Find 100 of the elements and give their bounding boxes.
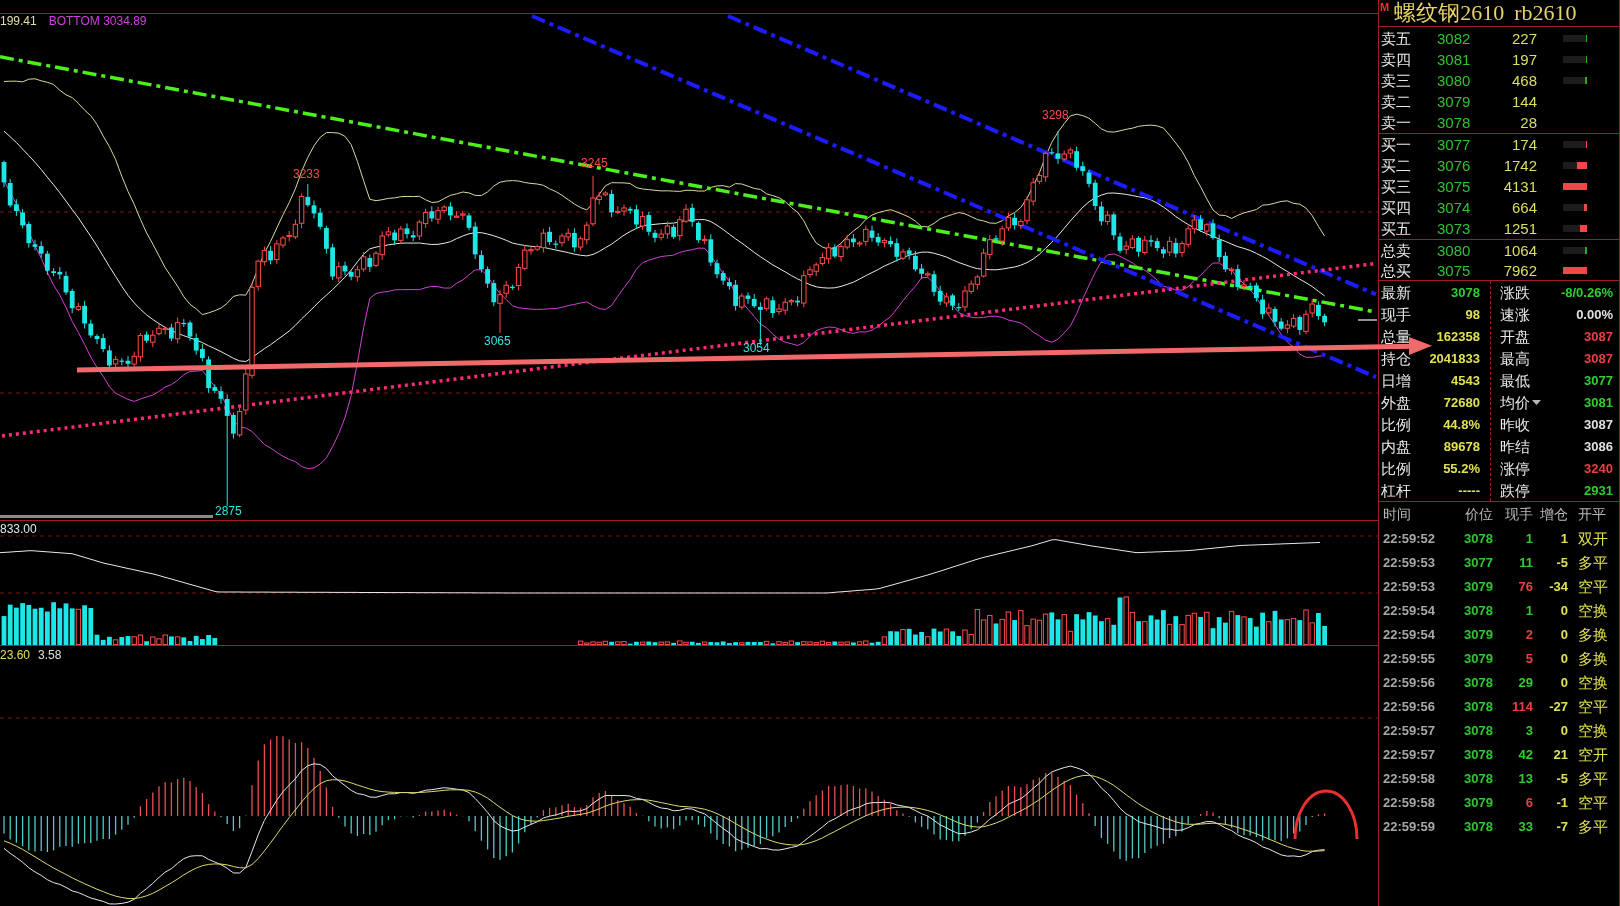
trade-action: 多平 <box>1578 770 1608 786</box>
stat-label: 昨收 <box>1500 416 1530 432</box>
order-volume: 4131 <box>1503 179 1537 194</box>
trade-action: 多换 <box>1578 650 1608 666</box>
trade-volume: 5 <box>1525 651 1533 665</box>
stat-value: 3087 <box>1584 351 1613 365</box>
stat-value: 3078 <box>1451 285 1480 299</box>
order-volume: 664 <box>1511 200 1537 215</box>
stat-value: 89678 <box>1443 439 1480 453</box>
order-volume: 468 <box>1511 73 1537 88</box>
trade-volume: 114 <box>1512 699 1533 713</box>
flag-letter: M <box>1380 2 1390 13</box>
stat-label: 最新 <box>1381 284 1411 300</box>
trade-price: 3078 <box>1464 675 1493 689</box>
trade-action: 空平 <box>1578 578 1608 594</box>
trade-volume: 76 <box>1518 579 1533 593</box>
trade-action: 多平 <box>1578 554 1608 570</box>
trade-volume: 33 <box>1518 819 1533 833</box>
order-price: 3080 <box>1437 242 1471 258</box>
trade-time: 22:59:56 <box>1383 675 1436 689</box>
stat-label: 比例 <box>1381 416 1411 432</box>
order-price: 3078 <box>1437 115 1471 130</box>
order-price: 3075 <box>1437 262 1471 278</box>
stat-value: 3087 <box>1584 329 1613 343</box>
indicator-value: 23.60 <box>0 649 31 661</box>
trade-volume: 3 <box>1525 723 1533 737</box>
column-header: 开平 <box>1578 507 1606 521</box>
trade-change: 0 <box>1560 603 1568 617</box>
order-price: 3077 <box>1437 137 1471 152</box>
stat-label: 涨跌 <box>1500 284 1530 300</box>
price-mark: 3298 <box>1042 109 1069 121</box>
order-volume: 174 <box>1511 137 1537 152</box>
trade-time: 22:59:53 <box>1383 579 1436 593</box>
stat-value: -8/0.26% <box>1560 285 1613 299</box>
trade-price: 3078 <box>1464 723 1493 737</box>
stat-value: 98 <box>1465 307 1480 321</box>
trade-time: 22:59:55 <box>1383 651 1436 665</box>
instrument-code: rb2610 <box>1514 0 1577 25</box>
trade-time: 22:59:56 <box>1383 699 1436 713</box>
trade-volume: 2 <box>1525 627 1533 641</box>
trade-time: 22:59:58 <box>1383 795 1436 809</box>
trade-change: 1 <box>1560 531 1568 545</box>
trade-change: 21 <box>1553 747 1568 761</box>
order-label: 卖四 <box>1381 52 1411 67</box>
trade-action: 空开 <box>1578 746 1608 762</box>
stat-label: 外盘 <box>1381 394 1411 410</box>
price-line <box>1357 319 1378 321</box>
trade-time: 22:59:54 <box>1383 627 1436 641</box>
trade-price: 3079 <box>1464 579 1493 593</box>
order-label: 买三 <box>1381 179 1411 194</box>
order-volume: 28 <box>1520 115 1537 130</box>
scrollbar[interactable] <box>0 515 213 518</box>
column-header: 价位 <box>1465 507 1493 521</box>
order-volume: 144 <box>1511 94 1537 109</box>
trade-change: -5 <box>1556 771 1568 785</box>
stat-value: 3240 <box>1584 461 1613 475</box>
stat-value: 3081 <box>1584 395 1613 409</box>
order-label: 卖五 <box>1381 31 1411 46</box>
indicator-value: 3.58 <box>38 649 62 661</box>
stat-value: 44.8% <box>1443 417 1480 431</box>
order-label: 总卖 <box>1381 242 1411 258</box>
order-label: 买四 <box>1381 200 1411 215</box>
order-label: 买一 <box>1381 137 1411 152</box>
order-volume: 7962 <box>1503 262 1537 278</box>
stat-label: 比例 <box>1381 460 1411 476</box>
price-mark: 3233 <box>293 168 320 180</box>
stat-value: 55.2% <box>1443 461 1480 475</box>
caret-icon[interactable] <box>1532 399 1541 405</box>
trade-change: 0 <box>1560 675 1568 689</box>
trade-change: 0 <box>1560 627 1568 641</box>
trade-price: 3079 <box>1464 795 1493 809</box>
stat-label: 最高 <box>1500 350 1530 366</box>
order-price: 3080 <box>1437 73 1471 88</box>
order-volume: 197 <box>1511 52 1537 67</box>
order-label: 卖三 <box>1381 73 1411 88</box>
order-price: 3082 <box>1437 31 1471 46</box>
trade-price: 3078 <box>1464 699 1493 713</box>
trade-price: 3078 <box>1464 603 1493 617</box>
trade-volume: 13 <box>1518 771 1533 785</box>
trade-action: 双开 <box>1578 530 1608 546</box>
order-volume: 227 <box>1511 31 1537 46</box>
stat-value: 2931 <box>1584 483 1613 497</box>
order-label: 总买 <box>1381 262 1411 278</box>
trade-volume: 11 <box>1519 555 1533 569</box>
trade-time: 22:59:59 <box>1383 819 1436 833</box>
trade-change: -7 <box>1556 819 1568 833</box>
trade-price: 3078 <box>1464 531 1493 545</box>
order-price: 3075 <box>1437 179 1471 194</box>
stat-value: 4543 <box>1451 373 1480 387</box>
order-price: 3076 <box>1437 158 1471 173</box>
trade-change: -5 <box>1556 555 1568 569</box>
trade-price: 3079 <box>1464 627 1493 641</box>
trade-action: 空换 <box>1578 674 1608 690</box>
trade-time: 22:59:57 <box>1383 747 1436 761</box>
trade-change: 0 <box>1560 723 1568 737</box>
trade-time: 22:59:58 <box>1383 771 1436 785</box>
trade-time: 22:59:52 <box>1383 531 1436 545</box>
trade-volume: 42 <box>1518 747 1533 761</box>
stat-label: 杠杆 <box>1381 482 1411 498</box>
stat-label: 开盘 <box>1500 328 1530 344</box>
